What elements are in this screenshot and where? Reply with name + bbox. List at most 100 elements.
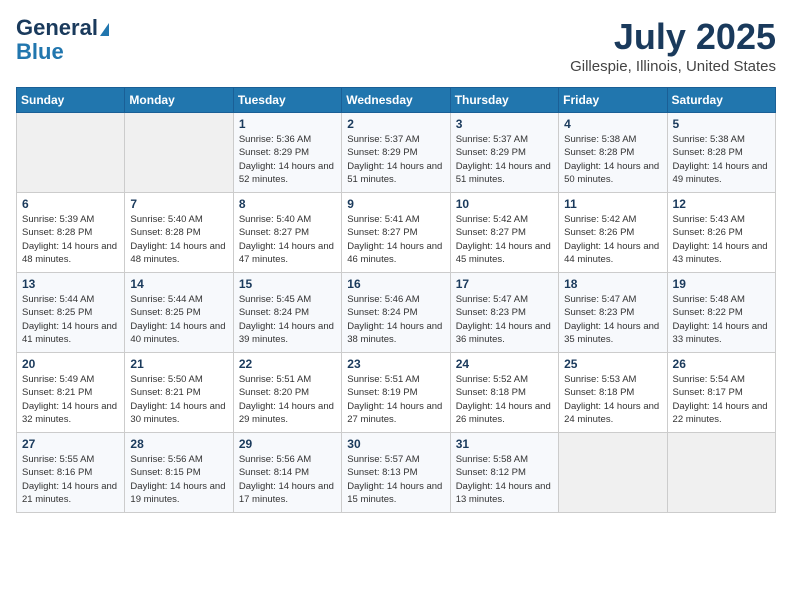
logo: General Blue	[16, 16, 109, 64]
day-info: Sunrise: 5:37 AM Sunset: 8:29 PM Dayligh…	[456, 133, 553, 186]
day-info: Sunrise: 5:42 AM Sunset: 8:26 PM Dayligh…	[564, 213, 661, 266]
calendar-cell: 1Sunrise: 5:36 AM Sunset: 8:29 PM Daylig…	[233, 113, 341, 193]
page-header: General Blue July 2025 Gillespie, Illino…	[16, 16, 776, 75]
day-info: Sunrise: 5:50 AM Sunset: 8:21 PM Dayligh…	[130, 373, 227, 426]
location-title: Gillespie, Illinois, United States	[570, 58, 776, 75]
day-info: Sunrise: 5:38 AM Sunset: 8:28 PM Dayligh…	[673, 133, 770, 186]
day-number: 17	[456, 277, 553, 291]
day-number: 1	[239, 117, 336, 131]
day-number: 11	[564, 197, 661, 211]
weekday-header-wednesday: Wednesday	[342, 88, 450, 113]
day-number: 13	[22, 277, 119, 291]
calendar-cell: 13Sunrise: 5:44 AM Sunset: 8:25 PM Dayli…	[17, 273, 125, 353]
day-number: 30	[347, 437, 444, 451]
day-info: Sunrise: 5:53 AM Sunset: 8:18 PM Dayligh…	[564, 373, 661, 426]
calendar-cell: 12 Sunrise: 5:43 AM Sunset: 8:26 PM Dayli…	[667, 193, 775, 273]
weekday-header-tuesday: Tuesday	[233, 88, 341, 113]
day-number: 5	[673, 117, 770, 131]
day-number: 10	[456, 197, 553, 211]
title-block: July 2025 Gillespie, Illinois, United St…	[570, 16, 776, 75]
day-info: Sunrise: 5:43 AM Sunset: 8:26 PM Dayligh…	[673, 213, 770, 266]
day-info: Sunrise: 5:38 AM Sunset: 8:28 PM Dayligh…	[564, 133, 661, 186]
calendar-cell: 17 Sunrise: 5:47 AM Sunset: 8:23 PM Dayli…	[450, 273, 558, 353]
day-info: Sunrise: 5:47 AM Sunset: 8:23 PM Dayligh…	[564, 293, 661, 346]
calendar-cell: 5 Sunrise: 5:38 AM Sunset: 8:28 PM Daylig…	[667, 113, 775, 193]
day-info: Sunrise: 5:52 AM Sunset: 8:18 PM Dayligh…	[456, 373, 553, 426]
calendar-cell: 7 Sunrise: 5:40 AM Sunset: 8:28 PM Daylig…	[125, 193, 233, 273]
calendar-cell: 26 Sunrise: 5:54 AM Sunset: 8:17 PM Dayli…	[667, 353, 775, 433]
month-title: July 2025	[570, 16, 776, 58]
logo-text: General	[16, 16, 109, 40]
day-number: 31	[456, 437, 553, 451]
day-info: Sunrise: 5:48 AM Sunset: 8:22 PM Dayligh…	[673, 293, 770, 346]
day-number: 8	[239, 197, 336, 211]
calendar-week-4: 20Sunrise: 5:49 AM Sunset: 8:21 PM Dayli…	[17, 353, 776, 433]
calendar-cell: 3 Sunrise: 5:37 AM Sunset: 8:29 PM Daylig…	[450, 113, 558, 193]
day-number: 25	[564, 357, 661, 371]
day-info: Sunrise: 5:56 AM Sunset: 8:14 PM Dayligh…	[239, 453, 336, 506]
day-number: 28	[130, 437, 227, 451]
day-number: 4	[564, 117, 661, 131]
calendar-week-5: 27 Sunrise: 5:55 AM Sunset: 8:16 PM Dayli…	[17, 433, 776, 513]
calendar-week-3: 13 Sunrise: 5:44 AM Sunset: 8:25 PM Dayli…	[17, 273, 776, 353]
calendar-cell: 2Sunrise: 5:37 AM Sunset: 8:29 PM Daylig…	[342, 113, 450, 193]
weekday-header-row: SundayMondayTuesdayWednesdayThursdayFrid…	[17, 88, 776, 113]
calendar-cell: 19Sunrise: 5:48 AM Sunset: 8:22 PM Dayli…	[667, 273, 775, 353]
weekday-header-friday: Friday	[559, 88, 667, 113]
day-number: 12	[673, 197, 770, 211]
day-number: 3	[456, 117, 553, 131]
calendar-cell	[125, 113, 233, 193]
day-info: Sunrise: 5:54 AM Sunset: 8:17 PM Dayligh…	[673, 373, 770, 426]
day-info: Sunrise: 5:57 AM Sunset: 8:13 PM Dayligh…	[347, 453, 444, 506]
day-info: Sunrise: 5:40 AM Sunset: 8:28 PM Dayligh…	[130, 213, 227, 266]
calendar-cell: 4 Sunrise: 5:38 AM Sunset: 8:28 PM Daylig…	[559, 113, 667, 193]
day-info: Sunrise: 5:37 AM Sunset: 8:29 PM Dayligh…	[347, 133, 444, 186]
calendar-cell	[17, 113, 125, 193]
weekday-header-monday: Monday	[125, 88, 233, 113]
day-number: 27	[22, 437, 119, 451]
calendar-cell: 15Sunrise: 5:45 AM Sunset: 8:24 PM Dayli…	[233, 273, 341, 353]
day-info: Sunrise: 5:45 AM Sunset: 8:24 PM Dayligh…	[239, 293, 336, 346]
calendar-cell: 27 Sunrise: 5:55 AM Sunset: 8:16 PM Dayli…	[17, 433, 125, 513]
calendar-cell: 24Sunrise: 5:52 AM Sunset: 8:18 PM Dayli…	[450, 353, 558, 433]
day-number: 6	[22, 197, 119, 211]
calendar-week-2: 6Sunrise: 5:39 AM Sunset: 8:28 PM Daylig…	[17, 193, 776, 273]
day-number: 21	[130, 357, 227, 371]
calendar-cell: 8 Sunrise: 5:40 AM Sunset: 8:27 PM Daylig…	[233, 193, 341, 273]
day-info: Sunrise: 5:56 AM Sunset: 8:15 PM Dayligh…	[130, 453, 227, 506]
weekday-header-sunday: Sunday	[17, 88, 125, 113]
day-info: Sunrise: 5:58 AM Sunset: 8:12 PM Dayligh…	[456, 453, 553, 506]
logo-blue-text: Blue	[16, 39, 64, 64]
day-number: 26	[673, 357, 770, 371]
day-number: 29	[239, 437, 336, 451]
calendar-cell: 18 Sunrise: 5:47 AM Sunset: 8:23 PM Dayli…	[559, 273, 667, 353]
calendar-cell: 9Sunrise: 5:41 AM Sunset: 8:27 PM Daylig…	[342, 193, 450, 273]
day-info: Sunrise: 5:51 AM Sunset: 8:19 PM Dayligh…	[347, 373, 444, 426]
calendar-week-1: 1Sunrise: 5:36 AM Sunset: 8:29 PM Daylig…	[17, 113, 776, 193]
day-number: 22	[239, 357, 336, 371]
day-number: 7	[130, 197, 227, 211]
calendar-cell	[667, 433, 775, 513]
day-info: Sunrise: 5:51 AM Sunset: 8:20 PM Dayligh…	[239, 373, 336, 426]
day-info: Sunrise: 5:46 AM Sunset: 8:24 PM Dayligh…	[347, 293, 444, 346]
calendar-cell: 20Sunrise: 5:49 AM Sunset: 8:21 PM Dayli…	[17, 353, 125, 433]
calendar-cell: 14 Sunrise: 5:44 AM Sunset: 8:25 PM Dayli…	[125, 273, 233, 353]
calendar-cell	[559, 433, 667, 513]
calendar-cell: 22 Sunrise: 5:51 AM Sunset: 8:20 PM Dayli…	[233, 353, 341, 433]
calendar-cell: 10Sunrise: 5:42 AM Sunset: 8:27 PM Dayli…	[450, 193, 558, 273]
day-number: 18	[564, 277, 661, 291]
weekday-header-saturday: Saturday	[667, 88, 775, 113]
calendar-table: SundayMondayTuesdayWednesdayThursdayFrid…	[16, 87, 776, 513]
calendar-cell: 11 Sunrise: 5:42 AM Sunset: 8:26 PM Dayli…	[559, 193, 667, 273]
day-number: 20	[22, 357, 119, 371]
day-info: Sunrise: 5:40 AM Sunset: 8:27 PM Dayligh…	[239, 213, 336, 266]
day-number: 16	[347, 277, 444, 291]
day-info: Sunrise: 5:47 AM Sunset: 8:23 PM Dayligh…	[456, 293, 553, 346]
day-info: Sunrise: 5:44 AM Sunset: 8:25 PM Dayligh…	[130, 293, 227, 346]
calendar-cell: 6Sunrise: 5:39 AM Sunset: 8:28 PM Daylig…	[17, 193, 125, 273]
day-info: Sunrise: 5:55 AM Sunset: 8:16 PM Dayligh…	[22, 453, 119, 506]
day-info: Sunrise: 5:41 AM Sunset: 8:27 PM Dayligh…	[347, 213, 444, 266]
calendar-cell: 25 Sunrise: 5:53 AM Sunset: 8:18 PM Dayli…	[559, 353, 667, 433]
calendar-cell: 28 Sunrise: 5:56 AM Sunset: 8:15 PM Dayli…	[125, 433, 233, 513]
day-number: 14	[130, 277, 227, 291]
